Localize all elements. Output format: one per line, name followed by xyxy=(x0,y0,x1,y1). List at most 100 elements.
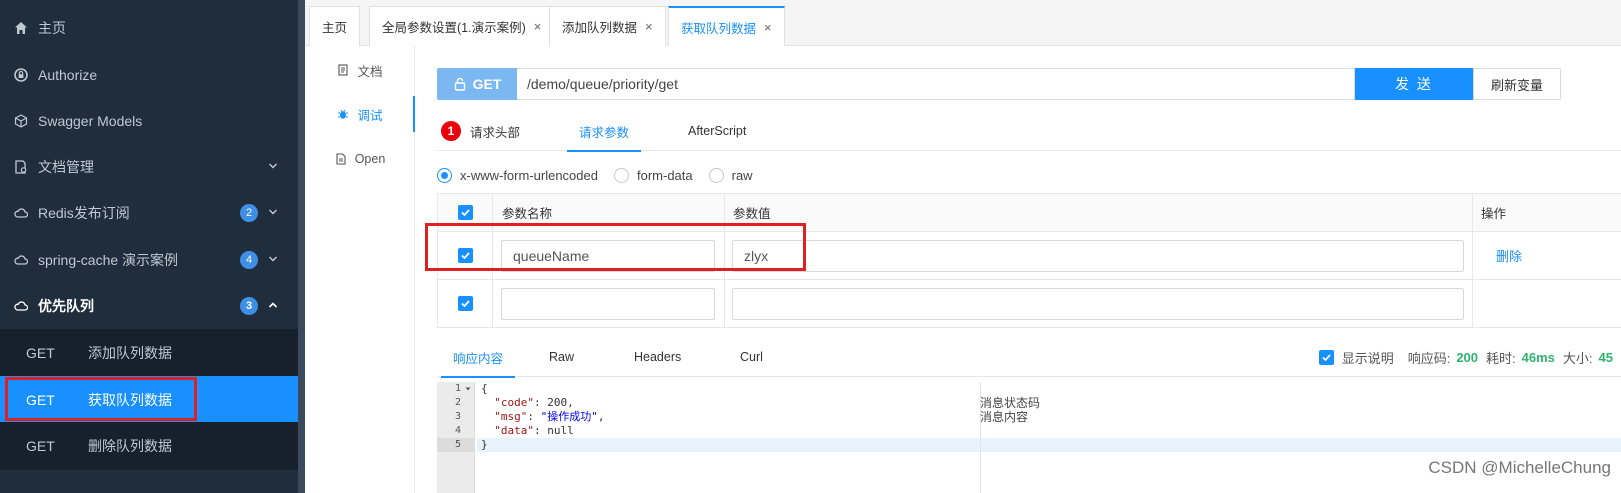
sidebar-item-label: Redis发布订阅 xyxy=(38,205,130,221)
sidebar-item-redis[interactable]: Redis发布订阅 2 xyxy=(0,189,298,237)
sidebar-item-swagger-models[interactable]: Swagger Models xyxy=(0,97,298,145)
code-line: "code": 200, xyxy=(494,396,574,409)
tab-request-params[interactable]: 请求参数 xyxy=(567,111,642,152)
sidebar-item-label: Authorize xyxy=(38,67,98,83)
request-url-row: GET /demo/queue/priority/get 发 送 刷新变量 xyxy=(437,68,1561,102)
tab-label: AfterScript xyxy=(688,124,747,138)
count-badge: 1 xyxy=(441,121,461,141)
sidebar-item-authorize[interactable]: Authorize xyxy=(0,51,298,99)
tab-home[interactable]: 主页 xyxy=(309,6,361,46)
vmenu-label: 文档 xyxy=(357,64,383,79)
sidebar-item-doc-manage[interactable]: 文档管理 xyxy=(0,143,298,191)
check-icon xyxy=(1322,353,1331,361)
tab-global-params[interactable]: 全局参数设置(1.演示案例) × xyxy=(369,6,555,46)
sidebar-item-spring-cache[interactable]: spring-cache 演示案例 4 xyxy=(0,236,298,284)
refresh-variables-button[interactable]: 刷新变量 xyxy=(1473,68,1561,100)
code-token: } xyxy=(481,438,488,451)
check-icon xyxy=(460,209,470,217)
lock-icon xyxy=(14,68,28,82)
code-string: "操作成功" xyxy=(540,410,598,423)
radio-circle xyxy=(613,167,629,183)
sidebar-item-label: 文档管理 xyxy=(38,159,94,175)
radio-raw[interactable]: raw xyxy=(708,167,753,183)
sidebar-subitem-label: 删除队列数据 xyxy=(88,438,172,454)
tab-response-content[interactable]: 响应内容 xyxy=(441,337,516,378)
vmenu-open[interactable]: Open xyxy=(305,135,415,183)
sidebar-item-label: 优先队列 xyxy=(38,298,94,314)
request-tabs: 1 请求头部 请求参数 AfterScript xyxy=(437,111,1621,152)
chevron-down-icon xyxy=(269,163,277,169)
fold-arrow-icon[interactable] xyxy=(465,386,471,392)
body-type-radios: x-www-form-urlencoded form-data raw xyxy=(437,163,769,187)
tab-label: 添加队列数据 xyxy=(562,21,638,35)
line-number: 2 xyxy=(454,397,461,408)
chevron-up-icon xyxy=(268,302,278,308)
watermark: CSDN @MichelleChung xyxy=(1428,458,1611,477)
row-checkbox[interactable] xyxy=(457,296,473,311)
radio-form-data[interactable]: form-data xyxy=(613,167,693,183)
method-text: GET xyxy=(472,76,502,92)
delete-link[interactable]: 删除 xyxy=(1496,246,1522,265)
tab-add-queue[interactable]: 添加队列数据 × xyxy=(549,6,666,46)
sidebar-item-home[interactable]: 主页 xyxy=(0,4,298,52)
tab-label: 获取队列数据 xyxy=(681,21,757,36)
sidebar-subitem-add-queue[interactable]: GET 添加队列数据 xyxy=(0,329,298,377)
status-code-value: 200 xyxy=(1456,349,1479,365)
param-name-cell xyxy=(492,280,724,327)
close-icon[interactable]: × xyxy=(645,19,653,34)
param-value-input[interactable]: zlyx xyxy=(732,240,1464,272)
tab-underline xyxy=(441,376,516,378)
sidebar-subitem-delete-queue[interactable]: GET 删除队列数据 xyxy=(0,422,298,470)
param-value-input[interactable] xyxy=(732,288,1464,320)
table-row xyxy=(437,280,1621,328)
tab-request-headers[interactable]: 1 请求头部 xyxy=(441,111,520,151)
code-line: "data": null xyxy=(494,424,574,437)
size-value: 45 xyxy=(1598,349,1613,365)
api-view-menu: 文档 调试 Open xyxy=(305,46,415,493)
close-icon[interactable]: × xyxy=(764,20,772,35)
radio-circle xyxy=(708,167,724,183)
tab-response-curl[interactable]: Curl xyxy=(740,337,763,377)
line-number: 4 xyxy=(454,425,461,436)
tab-label: Headers xyxy=(634,350,682,364)
tab-label: 响应内容 xyxy=(453,351,504,366)
size-label: 大小: xyxy=(1562,350,1593,366)
field-comment: 消息内容 xyxy=(980,410,1029,424)
code-value: 200, xyxy=(540,396,574,409)
chevron-down-icon xyxy=(269,256,277,262)
tab-response-headers[interactable]: Headers xyxy=(634,337,681,377)
sidebar-scrollbar[interactable] xyxy=(298,0,305,493)
show-desc-checkbox[interactable] xyxy=(1318,349,1334,365)
param-value-cell xyxy=(724,280,1472,327)
tab-after-script[interactable]: AfterScript xyxy=(688,111,746,151)
home-icon xyxy=(14,21,28,35)
param-name-input[interactable] xyxy=(501,288,715,320)
send-button[interactable]: 发 送 xyxy=(1355,68,1473,100)
header-param-value: 参数值 xyxy=(724,194,1472,231)
code-line: "msg": "操作成功", xyxy=(494,410,605,423)
tab-underline xyxy=(567,150,642,152)
vmenu-label: Open xyxy=(354,152,386,166)
url-input[interactable]: /demo/queue/priority/get xyxy=(517,68,1355,100)
sidebar-item-priority-queue[interactable]: 优先队列 3 xyxy=(0,282,298,330)
method-label: GET xyxy=(26,345,55,361)
highlight-box xyxy=(425,223,806,271)
tab-get-queue[interactable]: 获取队列数据 × xyxy=(668,6,785,46)
tab-response-raw[interactable]: Raw xyxy=(549,337,574,377)
radio-label: x-www-form-urlencoded xyxy=(460,167,598,183)
select-all-checkbox[interactable] xyxy=(457,205,473,220)
cloud-icon xyxy=(14,299,28,313)
sidebar-item-label: spring-cache 演示案例 xyxy=(38,252,179,268)
vmenu-doc[interactable]: 文档 xyxy=(305,46,415,94)
vmenu-debug[interactable]: 调试 xyxy=(305,90,415,138)
method-selector[interactable]: GET xyxy=(437,68,517,100)
ops-cell: 删除 xyxy=(1472,232,1621,279)
close-icon[interactable]: × xyxy=(534,19,542,34)
row-checkbox-cell xyxy=(437,280,492,327)
tab-label: Raw xyxy=(549,350,575,364)
field-comment: 消息状态码 xyxy=(980,396,1041,410)
code-token: { xyxy=(481,382,488,395)
count-badge: 2 xyxy=(240,204,258,222)
vmenu-label: 调试 xyxy=(357,108,383,123)
radio-urlencoded[interactable]: x-www-form-urlencoded xyxy=(437,167,598,183)
